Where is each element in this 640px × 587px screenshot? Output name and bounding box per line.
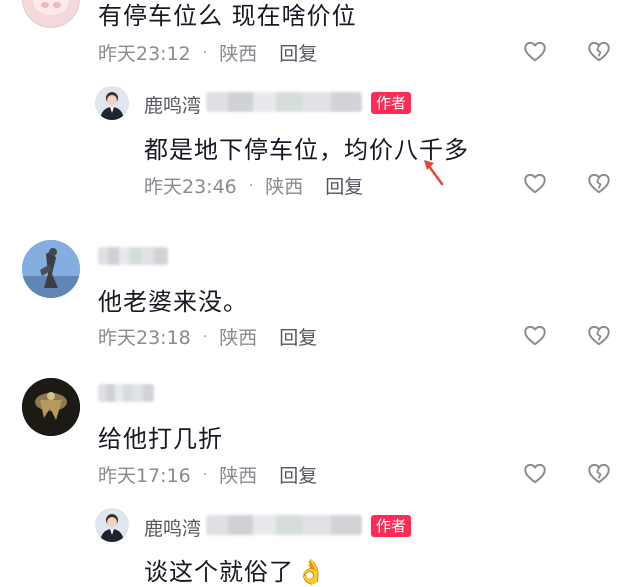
- ok-hand-emoji: 👌: [296, 558, 327, 586]
- comment-avatar[interactable]: [22, 240, 80, 298]
- comment-text: 有停车位么 现在啥价位: [98, 2, 357, 30]
- author-badge: 作者: [371, 92, 412, 114]
- comment-meta: 昨天17:16 · 陕西 回复: [98, 461, 317, 488]
- like-icon[interactable]: [522, 38, 548, 64]
- meta-separator: ·: [248, 177, 254, 194]
- arrow-annotation: [424, 160, 444, 186]
- comment-time: 昨天17:16: [98, 465, 191, 487]
- reply-button[interactable]: 回复: [279, 461, 317, 488]
- reply-button[interactable]: 回复: [279, 323, 317, 350]
- meta-separator: ·: [202, 44, 208, 61]
- reply-avatar[interactable]: [95, 508, 129, 542]
- comment-time: 昨天23:12: [98, 43, 191, 65]
- blurred-username: [98, 247, 168, 265]
- comment-text: 他老婆来没。: [98, 288, 248, 316]
- dislike-icon[interactable]: [586, 460, 612, 486]
- dislike-icon[interactable]: [586, 170, 612, 196]
- reply-button[interactable]: 回复: [279, 39, 317, 66]
- reply-author-name[interactable]: 鹿鸣湾: [144, 91, 201, 118]
- comment-meta: 昨天23:12 · 陕西 回复: [98, 39, 317, 66]
- reply-meta: 昨天23:46 · 陕西 回复: [144, 172, 363, 199]
- comment-location: 陕西: [219, 465, 258, 487]
- reply-author-name[interactable]: 鹿鸣湾: [144, 514, 201, 541]
- meta-separator: ·: [202, 466, 208, 483]
- comment-time: 昨天23:18: [98, 327, 191, 349]
- comment-avatar[interactable]: [22, 0, 80, 28]
- reply-text: 谈这个就俗了👌: [144, 552, 327, 587]
- dislike-icon[interactable]: [586, 38, 612, 64]
- comment-location: 陕西: [219, 327, 258, 349]
- reply-location: 陕西: [265, 176, 304, 198]
- like-icon[interactable]: [522, 460, 548, 486]
- reply-time: 昨天23:46: [144, 176, 237, 198]
- comment-avatar[interactable]: [22, 378, 80, 436]
- dislike-icon[interactable]: [586, 322, 612, 348]
- comment-text: 给他打几折: [98, 425, 223, 453]
- comment-location: 陕西: [219, 43, 258, 65]
- like-icon[interactable]: [522, 170, 548, 196]
- meta-separator: ·: [202, 328, 208, 345]
- author-badge: 作者: [371, 515, 412, 537]
- blurred-username: [206, 515, 362, 535]
- reply-avatar[interactable]: [95, 86, 129, 120]
- like-icon[interactable]: [522, 322, 548, 348]
- blurred-username: [98, 384, 154, 402]
- reply-button[interactable]: 回复: [325, 172, 363, 199]
- blurred-username: [206, 92, 362, 112]
- reply-text-content: 谈这个就俗了: [144, 558, 294, 586]
- comment-meta: 昨天23:18 · 陕西 回复: [98, 323, 317, 350]
- reply-text: 都是地下停车位，均价八千多: [144, 136, 469, 164]
